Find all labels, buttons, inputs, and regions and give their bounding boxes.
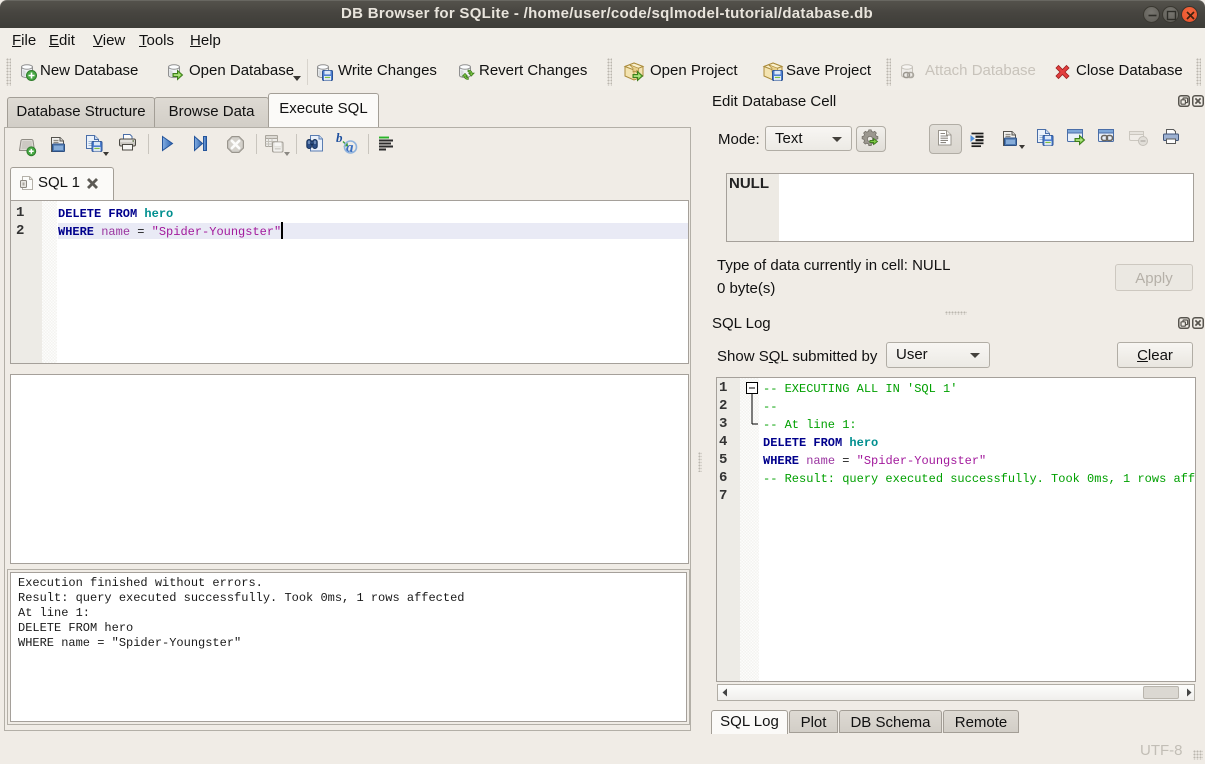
svg-text:b: b	[336, 132, 343, 145]
